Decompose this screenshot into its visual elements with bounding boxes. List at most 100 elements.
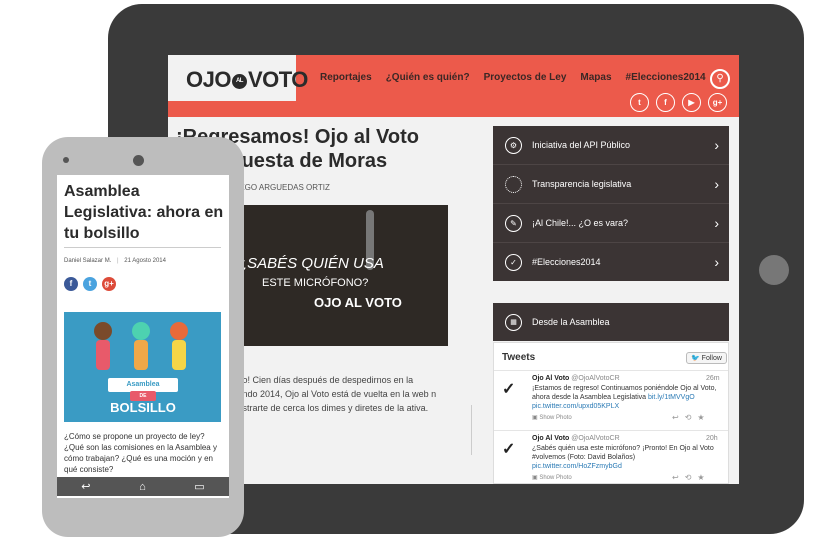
tweet-text-body: ¿Sabés quién usa este micrófono? ¡Pronto… — [532, 445, 714, 461]
mobile-article-image: Asamblea DE BOLSILLO — [64, 312, 221, 422]
sidebar-item-label: Transparencia legislativa — [532, 179, 632, 189]
logo-al-badge: AL — [231, 73, 247, 89]
sidebar-item-api[interactable]: ⚙ Iniciativa del API Público › — [493, 126, 729, 165]
reply-icon[interactable]: ↩ — [672, 413, 685, 422]
sidebar-item-transparencia[interactable]: Transparencia legislativa › — [493, 165, 729, 204]
retweet-icon[interactable]: ⟲ — [685, 473, 698, 482]
tweet-actions: ↩⟲★ — [672, 413, 711, 422]
show-photo-label: Show Photo — [539, 415, 572, 421]
facebook-icon[interactable]: f — [656, 93, 675, 112]
phone-screen: Asamblea Legislativa: ahora en tu bolsil… — [57, 175, 229, 498]
banner-bolsillo: BOLSILLO — [110, 400, 176, 415]
tweet-item: ✓ Ojo Al Voto @OjoAlVotoCR 20h ¿Sabés qu… — [494, 430, 728, 484]
nav-item-proyectos-de-ley[interactable]: Proyectos de Ley — [484, 72, 567, 83]
home-icon[interactable]: ⌂ — [139, 481, 146, 493]
site-header: OJO AL VOTO Reportajes ¿Quién es quién? Pr… — [168, 55, 739, 117]
tweet-time: 20h — [706, 435, 718, 442]
sidebar-item-elecciones[interactable]: ✓ #Elecciones2014 › — [493, 243, 729, 281]
mobile-byline: Daniel Salazar M. | 21 Agosto 2014 — [64, 258, 166, 264]
favorite-icon[interactable]: ★ — [697, 413, 710, 422]
sidebar-item-label: ¡Al Chile!... ¿O es vara? — [532, 218, 629, 228]
facebook-icon[interactable]: f — [64, 277, 78, 291]
google-plus-icon[interactable]: g+ — [708, 93, 727, 112]
character-3-body — [172, 340, 186, 370]
avatar[interactable]: ✓ — [502, 379, 520, 401]
twitter-widget: Tweets 🐦 Follow ✓ Ojo Al Voto @OjoAlVoto… — [493, 342, 729, 484]
column-divider — [471, 405, 472, 455]
favorite-icon[interactable]: ★ — [697, 473, 710, 482]
tweet-author[interactable]: Ojo Al Voto @OjoAlVotoCR — [532, 435, 620, 442]
twitter-icon[interactable]: t — [630, 93, 649, 112]
chevron-right-icon: › — [714, 215, 719, 231]
tweet-text: ¿Sabés quién usa este micrófono? ¡Pronto… — [532, 444, 722, 471]
follow-label: Follow — [701, 355, 722, 362]
tweet-author-name: Ojo Al Voto — [532, 375, 570, 382]
nav-item-quien-es-quien[interactable]: ¿Quién es quién? — [386, 72, 470, 83]
tablet-screen: OJO AL VOTO Reportajes ¿Quién es quién? Pr… — [168, 55, 739, 484]
mobile-author: Daniel Salazar M. — [64, 258, 112, 264]
hero-line3: OJO AL VOTO — [314, 295, 402, 310]
mobile-social-links: f t g+ — [64, 277, 116, 291]
back-icon[interactable]: ↩ — [81, 480, 90, 493]
transparency-icon — [505, 175, 522, 193]
nav-item-reportajes[interactable]: Reportajes — [320, 72, 372, 83]
tweet-time: 26m — [706, 375, 720, 382]
tweets-heading: Tweets — [502, 352, 536, 363]
google-plus-icon[interactable]: g+ — [102, 277, 116, 291]
phone-camera — [133, 155, 144, 166]
character-1-head — [94, 322, 112, 340]
divider — [64, 247, 221, 248]
reply-icon[interactable]: ↩ — [672, 473, 685, 482]
social-links: t f ▶ g+ — [630, 93, 727, 112]
phone-sensor — [63, 157, 69, 163]
show-photo-label: Show Photo — [539, 475, 572, 481]
show-photo-link[interactable]: ▣ Show Photo — [532, 474, 572, 481]
hero-line1: ¿SABÉS QUIÉN USA — [238, 255, 384, 272]
twitter-icon[interactable]: t — [83, 277, 97, 291]
tweet-handle: @OjoAlVotoCR — [571, 435, 620, 442]
nav-item-elecciones2014[interactable]: #Elecciones2014 — [626, 72, 706, 83]
tweet-text: ¡Estamos de regreso! Continuamos poniénd… — [532, 384, 722, 411]
character-3-head — [170, 322, 188, 340]
hero-line2: ESTE MICRÓFONO? — [262, 277, 369, 289]
chevron-right-icon: › — [714, 137, 719, 153]
banner-asamblea: Asamblea — [108, 378, 178, 392]
character-2-head — [132, 322, 150, 340]
search-icon[interactable]: ⚲ — [710, 69, 730, 89]
chevron-right-icon: › — [714, 176, 719, 192]
tweet-author-name: Ojo Al Voto — [532, 435, 570, 442]
chevron-right-icon: › — [714, 254, 719, 270]
mobile-date: 21 Agosto 2014 — [124, 258, 166, 264]
sidebar-menu: ⚙ Iniciativa del API Público › Transpare… — [493, 126, 729, 281]
asamblea-header[interactable]: ▦ Desde la Asamblea — [493, 303, 729, 341]
main-nav: Reportajes ¿Quién es quién? Proyectos de… — [320, 72, 706, 83]
logo-part2: VOTO — [247, 67, 308, 92]
tablet-home-button[interactable] — [759, 255, 789, 285]
character-1-body — [96, 340, 110, 370]
tweet-author[interactable]: Ojo Al Voto @OjoAlVotoCR — [532, 375, 620, 382]
article-hero-image: ¿SABÉS QUIÉN USA ESTE MICRÓFONO? OJO AL … — [226, 205, 448, 346]
building-icon: ▦ — [505, 313, 522, 331]
sidebar-item-label: #Elecciones2014 — [532, 257, 601, 267]
recent-apps-icon[interactable]: ▭ — [194, 480, 204, 493]
tweet-link[interactable]: pic.twitter.com/HoZFzmybGd — [532, 463, 622, 470]
youtube-icon[interactable]: ▶ — [682, 93, 701, 112]
avatar[interactable]: ✓ — [502, 439, 520, 461]
phone-device: Asamblea Legislativa: ahora en tu bolsil… — [42, 137, 244, 537]
character-2-body — [134, 340, 148, 370]
nav-item-mapas[interactable]: Mapas — [580, 72, 611, 83]
show-photo-link[interactable]: ▣ Show Photo — [532, 414, 572, 421]
check-icon: ✓ — [505, 253, 522, 271]
retweet-icon[interactable]: ⟲ — [685, 413, 698, 422]
logo-part1: OJO — [186, 67, 231, 92]
mobile-article-title[interactable]: Asamblea Legislativa: ahora en tu bolsil… — [64, 181, 224, 244]
logo-box: OJO AL VOTO — [168, 55, 308, 101]
site-logo[interactable]: OJO AL VOTO — [186, 67, 308, 93]
chile-icon: ✎ — [505, 214, 522, 232]
follow-button[interactable]: 🐦 Follow — [686, 352, 727, 364]
tweet-handle: @OjoAlVotoCR — [571, 375, 620, 382]
asamblea-label: Desde la Asamblea — [532, 317, 610, 327]
api-icon: ⚙ — [505, 136, 522, 154]
sidebar-item-al-chile[interactable]: ✎ ¡Al Chile!... ¿O es vara? › — [493, 204, 729, 243]
sidebar-item-label: Iniciativa del API Público — [532, 140, 631, 150]
